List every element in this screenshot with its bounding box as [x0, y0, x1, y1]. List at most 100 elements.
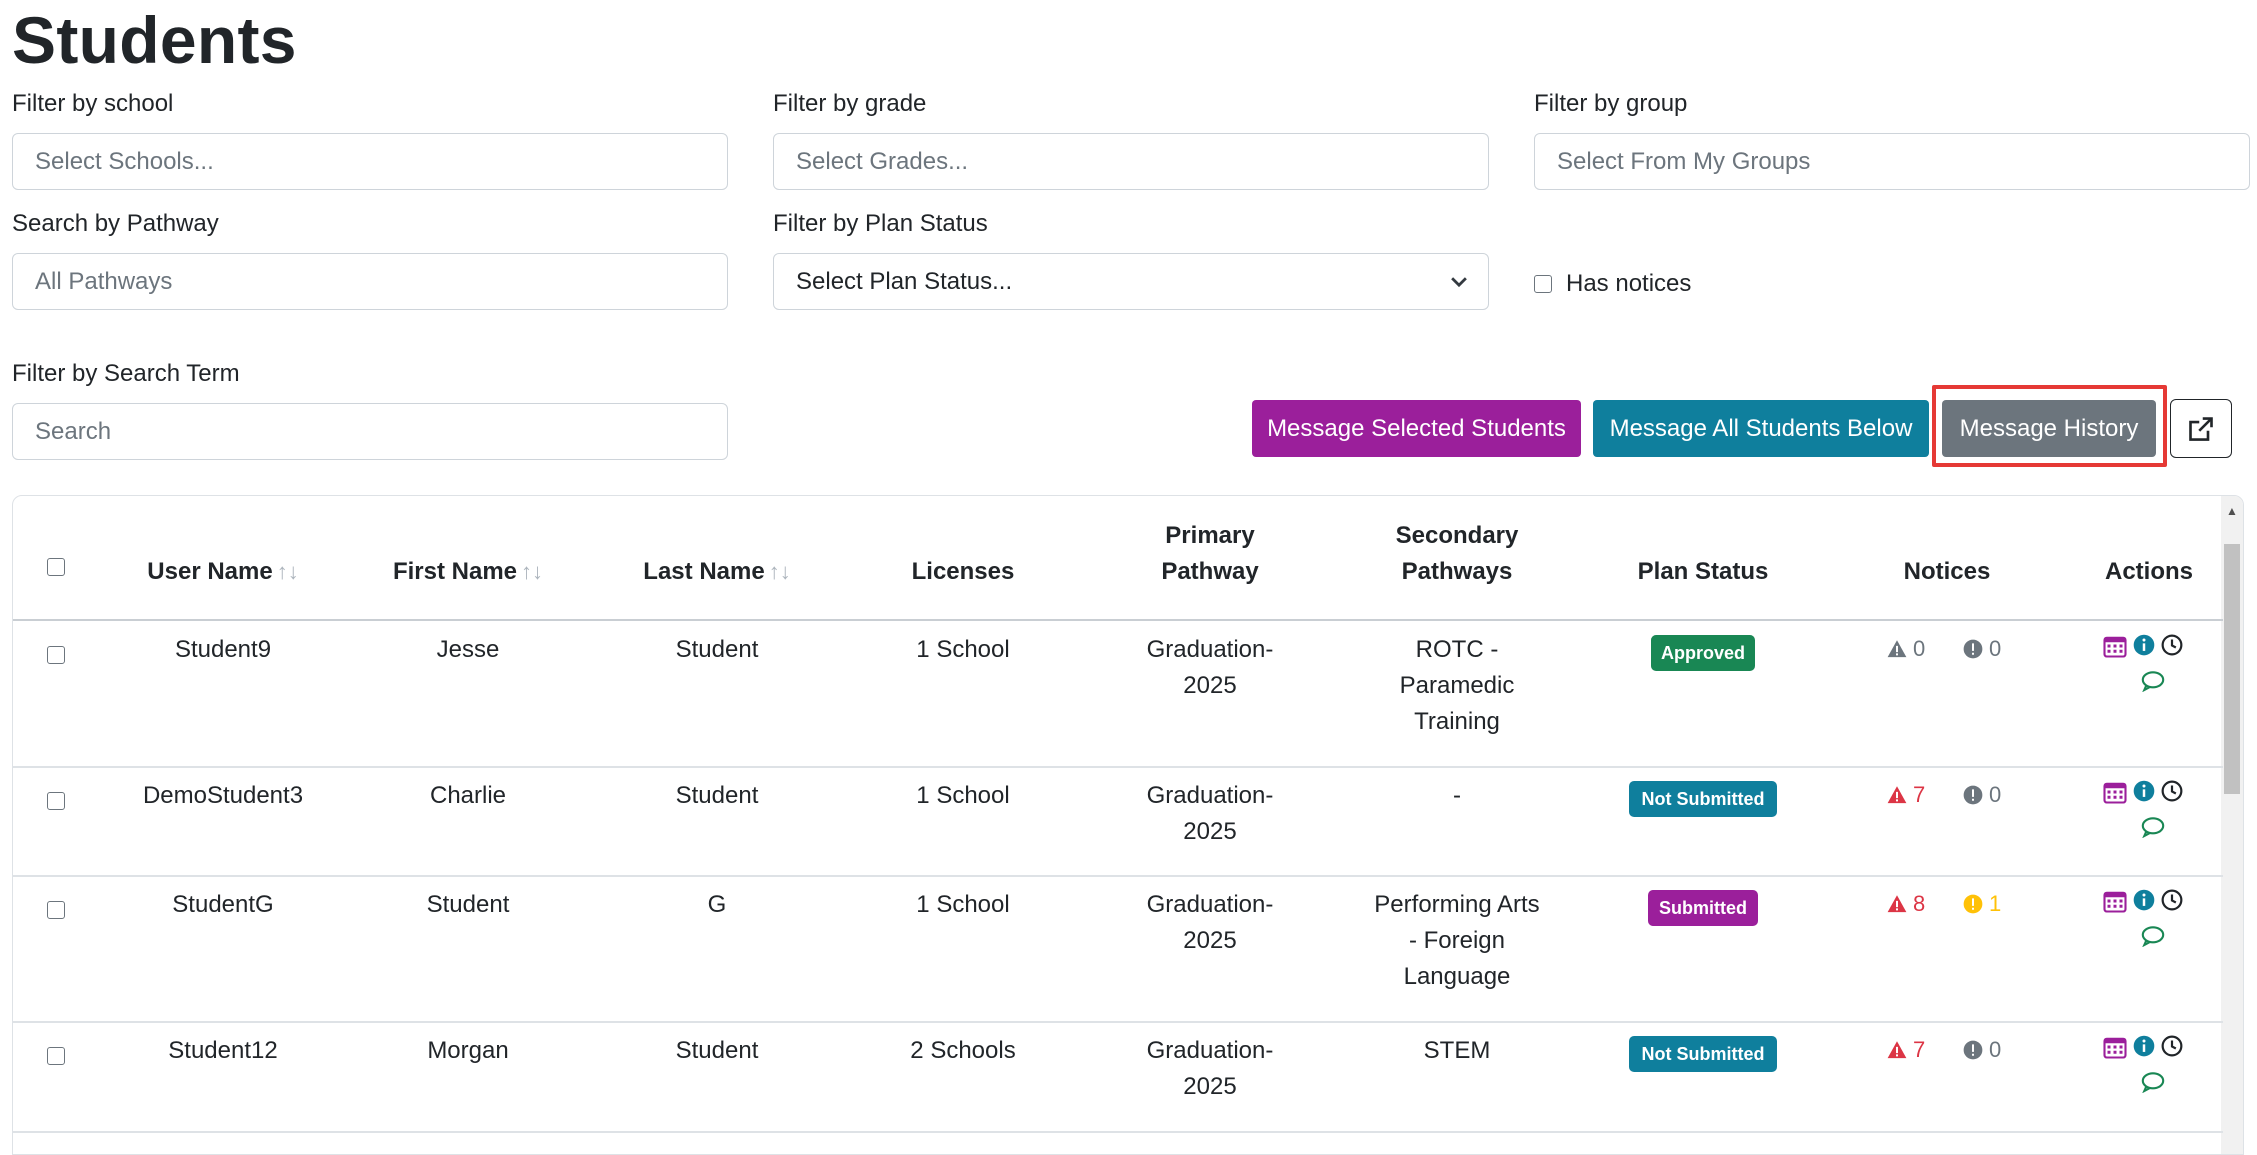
row-actions	[2103, 634, 2183, 658]
students-page: Students Filter by school Select Schools…	[0, 0, 2257, 1155]
row-actions	[2103, 889, 2183, 913]
cell-primary-pathway-line1: Graduation-	[1146, 636, 1274, 663]
cell-licenses: 1 School	[916, 891, 1010, 918]
row-select-checkbox[interactable]	[47, 792, 65, 810]
filter-grade-input[interactable]: Select Grades...	[773, 133, 1489, 190]
row-divider	[13, 766, 2223, 768]
export-button[interactable]	[2170, 399, 2232, 458]
info-icon[interactable]	[2133, 780, 2155, 802]
warnings-count: 7	[1913, 1037, 1926, 1062]
row-comment-action	[2141, 925, 2165, 947]
filter-plan-status-select[interactable]: Select Plan Status...	[773, 253, 1489, 310]
alerts-notice[interactable]: 0	[1963, 782, 2001, 808]
cell-licenses: 2 Schools	[910, 1037, 1016, 1064]
message-history-highlight	[1932, 385, 2167, 467]
alerts-notice[interactable]: 0	[1963, 636, 2001, 662]
search-input[interactable]: Search	[12, 403, 728, 460]
row-divider	[13, 1021, 2223, 1023]
row-comment-action	[2141, 670, 2165, 692]
header-user-name[interactable]: User Name ↑↓	[123, 554, 323, 590]
students-table: ▲ User Name ↑↓ First Name ↑↓ Last Name ↑↓ L…	[12, 495, 2244, 1155]
comment-icon[interactable]	[2141, 1071, 2165, 1093]
comment-icon[interactable]	[2141, 925, 2165, 947]
header-first-name[interactable]: First Name ↑↓	[368, 554, 568, 590]
message-all-students-button[interactable]: Message All Students Below	[1593, 400, 1929, 457]
cell-primary-pathway-line1: Graduation-	[1146, 891, 1274, 918]
clock-icon[interactable]	[2161, 634, 2183, 656]
search-placeholder: Search	[35, 417, 112, 445]
filter-search-label: Filter by Search Term	[12, 360, 240, 387]
alerts-count: 0	[1989, 782, 2002, 807]
warning-triangle-icon	[1887, 1041, 1907, 1059]
clock-icon[interactable]	[2161, 1035, 2183, 1057]
chevron-down-icon	[1451, 277, 1467, 288]
row-comment-action	[2141, 1071, 2165, 1093]
filter-school-input[interactable]: Select Schools...	[12, 133, 728, 190]
header-user-name-label: User Name	[147, 558, 273, 585]
header-primary-pathway-1: Primary	[1165, 522, 1255, 549]
cell-secondary-pathways-line1: Performing Arts	[1374, 891, 1540, 918]
cell-first-name: Charlie	[429, 782, 507, 809]
header-notices: Notices	[1903, 558, 1991, 585]
info-icon[interactable]	[2133, 634, 2155, 656]
has-notices-control[interactable]: Has notices	[1534, 270, 1691, 298]
cell-user-name: DemoStudent3	[142, 782, 304, 809]
row-select-checkbox[interactable]	[47, 901, 65, 919]
cell-last-name: Student	[675, 636, 759, 663]
cell-user-name: Student12	[168, 1037, 278, 1064]
cell-primary-pathway-line2: 2025	[1183, 818, 1237, 845]
cell-user-name: StudentG	[172, 891, 274, 918]
warning-triangle-icon	[1887, 640, 1907, 658]
filter-grade-label: Filter by grade	[773, 90, 927, 117]
row-select-checkbox[interactable]	[47, 646, 65, 664]
filter-pathway-placeholder: All Pathways	[35, 267, 173, 295]
header-secondary-pathways-1: Secondary	[1395, 522, 1519, 549]
cell-primary-pathway-line2: 2025	[1183, 672, 1237, 699]
status-badge: Not Submitted	[1629, 781, 1777, 817]
header-secondary-pathways-2: Pathways	[1401, 558, 1513, 585]
cell-licenses: 1 School	[916, 782, 1010, 809]
header-plan-status: Plan Status	[1637, 558, 1769, 585]
clock-icon[interactable]	[2161, 889, 2183, 911]
clock-icon[interactable]	[2161, 780, 2183, 802]
header-last-name-label: Last Name	[643, 558, 765, 585]
calendar-icon[interactable]	[2103, 780, 2127, 804]
cell-last-name: Student	[675, 1037, 759, 1064]
filter-group-input[interactable]: Select From My Groups	[1534, 133, 2250, 190]
message-selected-students-button[interactable]: Message Selected Students	[1252, 400, 1581, 457]
warnings-count: 7	[1913, 782, 1926, 807]
cell-last-name: G	[707, 891, 727, 918]
calendar-icon[interactable]	[2103, 634, 2127, 658]
filter-pathway-input[interactable]: All Pathways	[12, 253, 728, 310]
comment-icon[interactable]	[2141, 816, 2165, 838]
table-scrollbar[interactable]: ▲	[2221, 496, 2243, 1154]
info-icon[interactable]	[2133, 889, 2155, 911]
warnings-notice[interactable]: 8	[1887, 891, 1925, 917]
cell-secondary-pathways-line2: - Foreign	[1408, 927, 1506, 954]
filter-pathway-label: Search by Pathway	[12, 210, 219, 237]
info-icon[interactable]	[2133, 1035, 2155, 1057]
header-last-name[interactable]: Last Name ↑↓	[617, 554, 817, 590]
header-first-name-label: First Name	[392, 558, 518, 585]
warnings-notice[interactable]: 7	[1887, 782, 1925, 808]
calendar-icon[interactable]	[2103, 1035, 2127, 1059]
calendar-icon[interactable]	[2103, 889, 2127, 913]
has-notices-checkbox[interactable]	[1534, 275, 1552, 293]
select-all-checkbox[interactable]	[47, 558, 65, 576]
alerts-notice[interactable]: 0	[1963, 1037, 2001, 1063]
cell-last-name: Student	[675, 782, 759, 809]
alerts-count: 0	[1989, 1037, 2002, 1062]
scroll-up-arrow[interactable]: ▲	[2226, 504, 2238, 518]
sort-icon: ↑↓	[768, 559, 791, 584]
warnings-notice[interactable]: 7	[1887, 1037, 1925, 1063]
row-comment-action	[2141, 816, 2165, 838]
warning-triangle-icon	[1887, 895, 1907, 913]
row-select-checkbox[interactable]	[47, 1047, 65, 1065]
warnings-count: 8	[1913, 891, 1926, 916]
warnings-notice[interactable]: 0	[1887, 636, 1925, 662]
status-badge: Submitted	[1648, 890, 1758, 926]
page-title: Students	[12, 3, 297, 77]
comment-icon[interactable]	[2141, 670, 2165, 692]
alerts-notice[interactable]: 1	[1963, 891, 2001, 917]
header-licenses: Licenses	[911, 558, 1015, 585]
